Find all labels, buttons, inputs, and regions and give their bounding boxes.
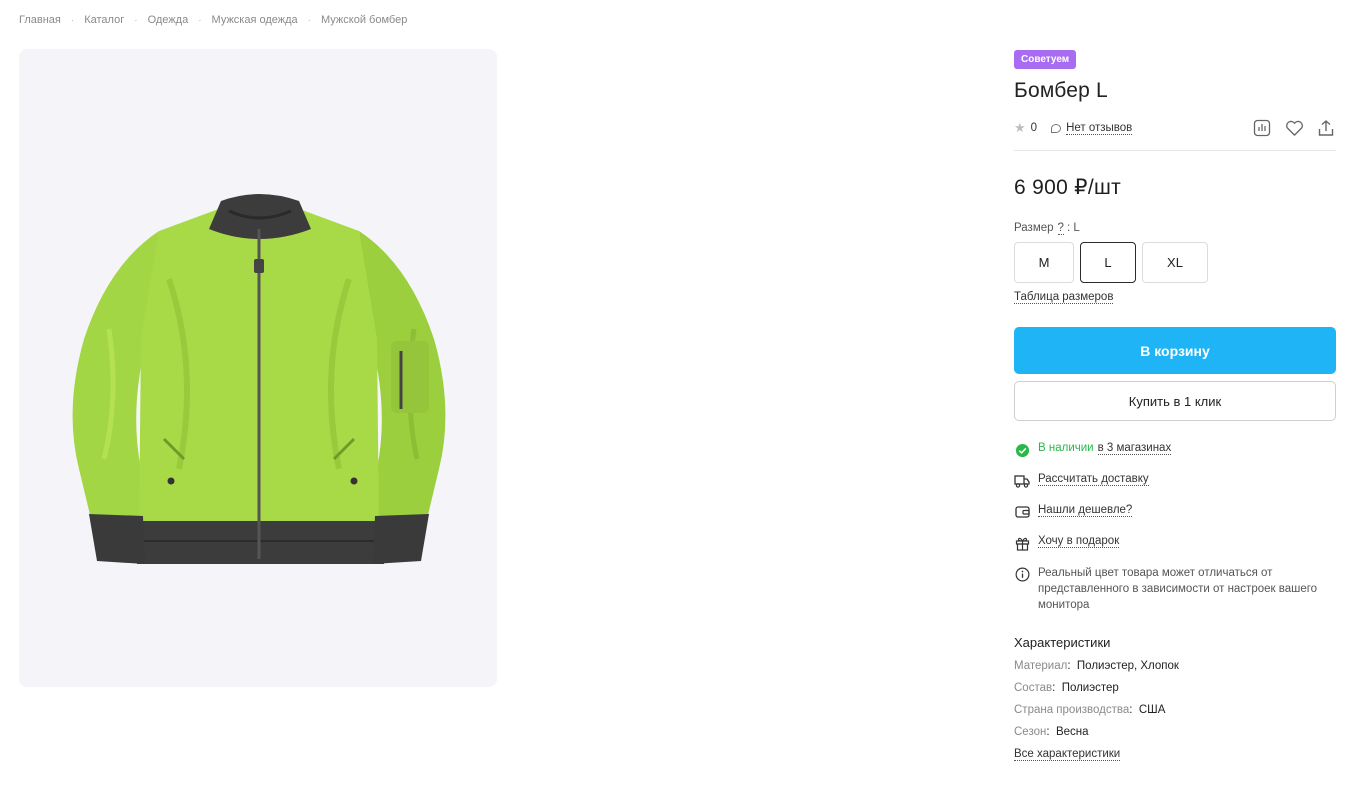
breadcrumb-separator: ·	[70, 14, 75, 26]
rating-value: 0	[1030, 122, 1038, 134]
info-icon	[1014, 566, 1030, 582]
all-characteristics-link[interactable]: Все характеристики	[1014, 748, 1121, 761]
product-image	[72, 194, 446, 564]
char-row-season: Сезон: Весна	[1014, 726, 1089, 738]
product-actions	[1252, 118, 1336, 138]
star-icon: ★	[1014, 120, 1026, 135]
cheaper-row: Нашли дешевле?	[1014, 504, 1336, 520]
char-row-composition: Состав: Полиэстер	[1014, 682, 1119, 694]
size-label: Размер?: L	[1014, 222, 1336, 235]
product-title: Бомбер L	[1014, 79, 1108, 102]
recommended-badge: Советуем	[1014, 50, 1077, 69]
share-icon[interactable]	[1316, 118, 1336, 138]
divider	[1014, 150, 1336, 151]
delivery-row: Рассчитать доставку	[1014, 473, 1336, 489]
char-row-country: Страна производства: США	[1014, 704, 1166, 716]
breadcrumb-mens-clothing[interactable]: Мужская одежда	[212, 14, 298, 26]
breadcrumb-catalog[interactable]: Каталог	[84, 14, 124, 26]
size-selector: M L XL	[1014, 242, 1336, 283]
size-table-link[interactable]: Таблица размеров	[1014, 291, 1114, 304]
color-note-row: Реальный цвет товара может отличаться от…	[1014, 566, 1336, 613]
reviews-label: Нет отзывов	[1066, 121, 1133, 135]
breadcrumb-current[interactable]: Мужской бомбер	[321, 14, 407, 26]
stock-status: В наличии в 3 магазинах	[1014, 442, 1336, 458]
compare-icon[interactable]	[1252, 118, 1272, 138]
breadcrumb-home[interactable]: Главная	[19, 14, 61, 26]
char-value: Полиэстер	[1061, 682, 1119, 694]
product-meta-row: ★ 0 Нет отзывов	[1014, 117, 1336, 139]
char-key: Состав	[1014, 682, 1053, 694]
wallet-icon	[1014, 504, 1030, 520]
product-gallery[interactable]	[19, 49, 497, 687]
buy-one-click-button[interactable]: Купить в 1 клик	[1014, 381, 1336, 421]
truck-icon	[1014, 473, 1030, 489]
gift-icon	[1014, 535, 1030, 551]
char-value: Весна	[1055, 726, 1089, 738]
size-label-text: Размер	[1014, 222, 1054, 234]
heart-icon[interactable]	[1284, 118, 1304, 138]
characteristics-title: Характеристики	[1014, 635, 1111, 650]
gift-row: Хочу в подарок	[1014, 535, 1336, 551]
char-key: Страна производства	[1014, 704, 1130, 716]
comment-icon	[1051, 123, 1062, 133]
breadcrumb-separator: ·	[307, 14, 312, 26]
char-row-material: Материал: Полиэстер, Хлопок	[1014, 660, 1179, 672]
rating[interactable]: ★ 0	[1014, 120, 1037, 136]
size-help-link[interactable]: ?	[1057, 222, 1064, 235]
breadcrumb-separator: ·	[134, 14, 138, 26]
size-option-l[interactable]: L	[1080, 242, 1136, 283]
color-note: Реальный цвет товара может отличаться от…	[1038, 567, 1318, 611]
cheaper-link[interactable]: Нашли дешевле?	[1038, 504, 1133, 517]
delivery-link[interactable]: Рассчитать доставку	[1038, 473, 1149, 486]
product-info: Советуем Бомбер L ★ 0 Нет отзывов 6 900 …	[1014, 49, 1336, 762]
check-circle-icon	[1014, 442, 1030, 458]
char-key: Сезон	[1014, 726, 1047, 738]
char-value: США	[1138, 704, 1166, 716]
gift-link[interactable]: Хочу в подарок	[1038, 535, 1120, 548]
breadcrumb: Главная · Каталог · Одежда · Мужская оде…	[19, 14, 407, 26]
char-key: Материал	[1014, 660, 1068, 672]
char-value: Полиэстер, Хлопок	[1076, 660, 1179, 672]
breadcrumb-clothing[interactable]: Одежда	[148, 14, 189, 26]
stores-link[interactable]: в 3 магазинах	[1097, 442, 1172, 455]
reviews-link[interactable]: Нет отзывов	[1051, 121, 1133, 135]
size-option-m[interactable]: M	[1014, 242, 1074, 283]
add-to-cart-button[interactable]: В корзину	[1014, 327, 1336, 374]
product-price: 6 900 ₽/шт	[1014, 176, 1122, 199]
breadcrumb-separator: ·	[198, 14, 202, 26]
size-selected: : L	[1066, 222, 1080, 234]
size-option-xl[interactable]: XL	[1142, 242, 1208, 283]
in-stock-label: В наличии	[1038, 442, 1094, 454]
